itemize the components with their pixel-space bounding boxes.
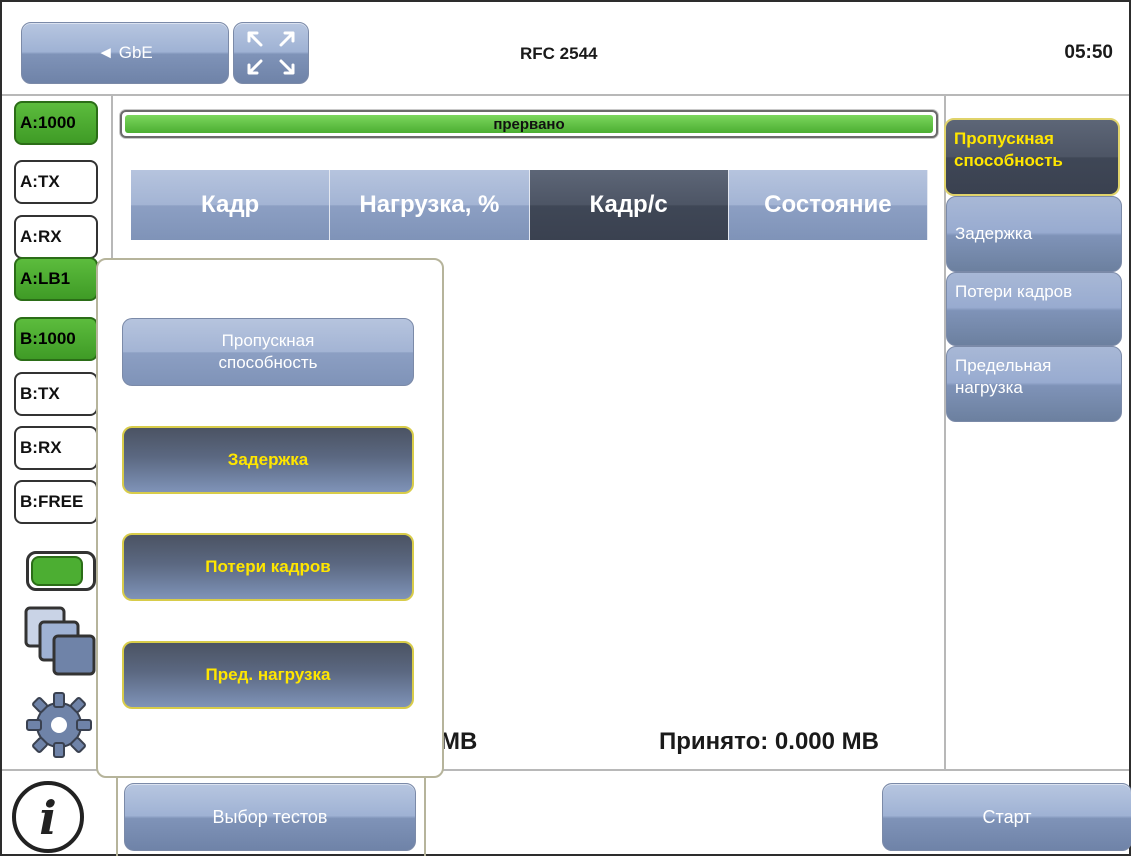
popup-menu-item-1[interactable]: Пропускная способность [122, 318, 414, 386]
sent-value: MB [440, 728, 478, 755]
back-button[interactable]: ◄ GbE [21, 22, 229, 84]
right-tab-4[interactable]: Предельная нагрузка [946, 346, 1122, 422]
gear-icon[interactable] [24, 690, 94, 760]
sidebar-button-a-rx[interactable]: A:RX [14, 215, 98, 259]
column-header-3[interactable]: Кадр/с [529, 170, 729, 240]
toggle-knob [31, 556, 83, 586]
received-value: Принято: 0.000 MB [659, 728, 879, 755]
toggle-switch[interactable] [26, 551, 96, 591]
sidebar-button-b-tx[interactable]: B:TX [14, 372, 98, 416]
column-header-1[interactable]: Кадр [131, 170, 331, 240]
windows-icon[interactable] [24, 606, 98, 678]
start-button[interactable]: Старт [882, 783, 1131, 851]
page-title: RFC 2544 [520, 44, 598, 63]
status-progress-bar: прервано [120, 110, 938, 138]
right-tab-2[interactable]: Задержка [946, 196, 1122, 272]
sidebar-button-b-1000[interactable]: B:1000 [14, 317, 98, 361]
results-table-header: Кадр Нагрузка, % Кадр/с Состояние [131, 170, 928, 240]
sidebar-button-b-free[interactable]: B:FREE [14, 480, 98, 524]
status-text: прервано [125, 115, 933, 133]
sidebar-button-b-rx[interactable]: B:RX [14, 426, 98, 470]
right-tab-3[interactable]: Потери кадров [946, 272, 1122, 346]
expand-arrows-icon [247, 31, 295, 75]
select-tests-button[interactable]: Выбор тестов [124, 783, 416, 851]
popup-menu-item-2[interactable]: Задержка [122, 426, 414, 494]
sidebar-button-a-tx[interactable]: A:TX [14, 160, 98, 204]
column-header-4[interactable]: Состояние [728, 170, 928, 240]
fullscreen-button[interactable] [233, 22, 309, 84]
sidebar-button-a-lb1[interactable]: A:LB1 [14, 257, 98, 301]
popup-menu-item-4[interactable]: Пред. нагрузка [122, 641, 414, 709]
sidebar-button-a-1000[interactable]: A:1000 [14, 101, 98, 145]
popup-menu-item-3[interactable]: Потери кадров [122, 533, 414, 601]
clock: 05:50 [1064, 42, 1113, 63]
info-icon[interactable]: i [10, 779, 86, 855]
svg-text:i: i [39, 791, 56, 845]
column-header-2[interactable]: Нагрузка, % [330, 170, 530, 240]
right-tab-1[interactable]: Пропускная способность [944, 118, 1120, 196]
